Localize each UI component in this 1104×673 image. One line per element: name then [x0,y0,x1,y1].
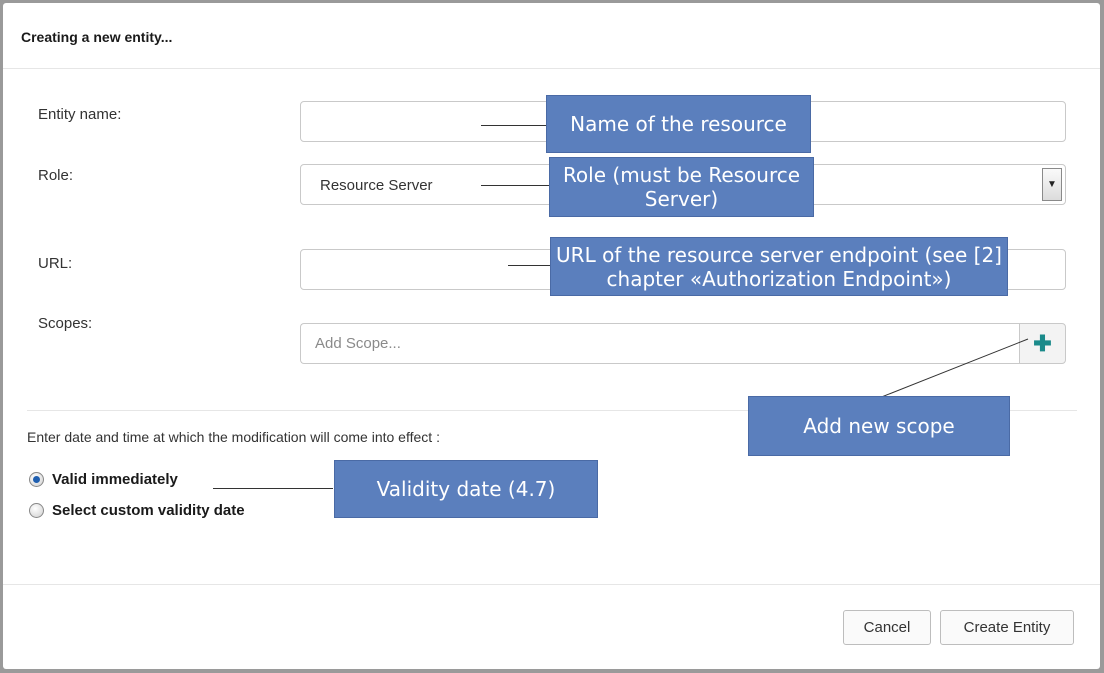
entity-name-label: Entity name: [38,106,122,123]
callout-url: URL of the resource server endpoint (see… [550,237,1008,296]
url-label: URL: [38,255,73,272]
radio-label: Select custom validity date [52,501,245,519]
callout-leader-line [878,338,1029,399]
radio-label: Valid immediately [52,470,178,488]
role-label: Role: [38,167,74,184]
role-select-value: Resource Server [320,177,433,194]
callout-leader-line [213,488,333,489]
radio-button-checked[interactable] [29,471,44,487]
callout-leader-line [481,185,549,186]
plus-icon: ✚ [1033,330,1052,356]
scopes-label: Scopes: [38,315,93,332]
cancel-button[interactable]: Cancel [843,610,931,645]
create-entity-button[interactable]: Create Entity [940,610,1074,645]
dialog-title: Creating a new entity... [21,29,173,45]
footer-divider [3,584,1100,585]
callout-add-scope: Add new scope [748,396,1010,456]
callout-validity-date: Validity date (4.7) [334,460,598,518]
dialog-header: Creating a new entity... [3,3,1100,69]
radio-custom-validity[interactable]: Select custom validity date [29,500,245,520]
callout-leader-line [481,125,549,126]
callout-leader-line [508,265,552,266]
create-entity-dialog: Creating a new entity... Entity name: Ro… [3,3,1100,669]
dropdown-arrow-icon[interactable]: ▼ [1042,168,1062,201]
radio-button-unchecked[interactable] [29,502,44,518]
validity-prompt: Enter date and time at which the modific… [27,429,440,445]
radio-valid-immediately[interactable]: Valid immediately [29,469,178,489]
callout-resource-name: Name of the resource [546,95,811,153]
callout-role: Role (must be Resource Server) [549,157,814,217]
